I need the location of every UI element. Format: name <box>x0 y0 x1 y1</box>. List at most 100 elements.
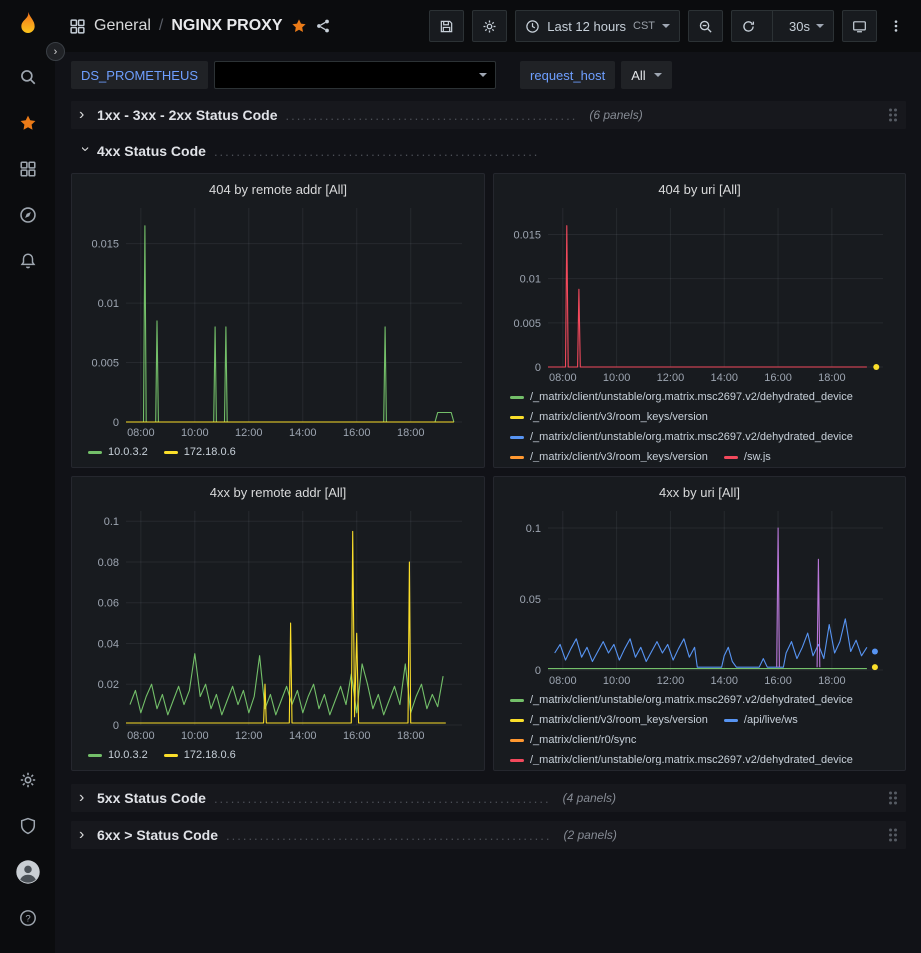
starred-dashboards-icon[interactable] <box>10 105 46 141</box>
server-admin-gear-icon[interactable] <box>10 762 46 798</box>
variable-label-ds-prometheus: DS_PROMETHEUS <box>71 61 208 89</box>
svg-text:18:00: 18:00 <box>818 675 846 687</box>
legend-label: 172.18.0.6 <box>184 745 236 765</box>
chevron-down-icon <box>479 73 487 77</box>
zoom-out-button[interactable] <box>688 10 723 42</box>
row-6xx-status-code[interactable]: › 6xx > Status Code ....................… <box>71 821 906 849</box>
legend-item[interactable]: /_matrix/client/v3/room_keys/version <box>510 710 708 730</box>
dashboard-variables-bar: DS_PROMETHEUS request_host All <box>55 52 921 95</box>
more-options-kebab[interactable] <box>885 10 907 42</box>
svg-text:0.01: 0.01 <box>98 298 119 310</box>
request-host-select[interactable]: All <box>621 61 671 89</box>
svg-text:12:00: 12:00 <box>235 730 263 742</box>
sidebar-expand-button[interactable]: › <box>46 42 65 61</box>
dashboard-settings-button[interactable] <box>472 10 507 42</box>
svg-text:0.015: 0.015 <box>513 230 541 242</box>
favorite-star-icon[interactable] <box>291 18 307 34</box>
series-color-swatch <box>724 719 738 722</box>
row-5xx-status-code[interactable]: › 5xx Status Code ......................… <box>71 784 906 812</box>
legend-item[interactable]: /api/live/ws <box>724 710 798 730</box>
legend-item[interactable]: 172.18.0.6 <box>164 745 236 765</box>
legend-label: /api/live/ws <box>744 710 798 730</box>
legend-item[interactable]: /_matrix/client/r0/sync <box>510 730 636 750</box>
series-color-swatch <box>88 451 102 454</box>
legend-item[interactable]: 10.0.3.2 <box>88 442 148 462</box>
chart-4xx-by-remote-addr[interactable]: 08:0010:0012:0014:0016:0018:0000.020.040… <box>80 505 476 742</box>
svg-text:08:00: 08:00 <box>127 427 155 439</box>
chart-404-by-remote-addr[interactable]: 08:0010:0012:0014:0016:0018:0000.0050.01… <box>80 202 476 439</box>
svg-text:0.02: 0.02 <box>98 679 119 691</box>
row-drag-handle[interactable] <box>889 792 897 805</box>
svg-text:0.005: 0.005 <box>513 318 541 330</box>
svg-text:14:00: 14:00 <box>710 675 738 687</box>
panel-title[interactable]: 4xx by uri [All] <box>502 481 897 505</box>
svg-text:0.04: 0.04 <box>98 638 119 650</box>
time-series-plot: 08:0010:0012:0014:0016:0018:0000.0050.01… <box>80 202 476 439</box>
series-color-swatch <box>88 754 102 757</box>
legend-item[interactable]: 172.18.0.6 <box>164 442 236 462</box>
panel-404-by-remote-addr: 404 by remote addr [All] 08:0010:0012:00… <box>71 173 485 468</box>
svg-text:16:00: 16:00 <box>343 427 371 439</box>
legend-item[interactable]: /_matrix/client/unstable/org.matrix.msc2… <box>510 750 853 765</box>
legend-label: /_matrix/client/unstable/org.matrix.msc2… <box>530 427 853 447</box>
grafana-logo[interactable] <box>14 10 42 38</box>
svg-text:0.05: 0.05 <box>520 594 541 606</box>
help-icon[interactable]: ? <box>10 900 46 936</box>
apps-grid-icon <box>69 18 86 35</box>
svg-text:0: 0 <box>113 720 119 732</box>
svg-text:0.015: 0.015 <box>91 239 119 251</box>
series-color-swatch <box>164 754 178 757</box>
svg-text:18:00: 18:00 <box>397 427 425 439</box>
refresh-button[interactable] <box>732 11 765 41</box>
panel-404-by-uri: 404 by uri [All] 08:0010:0012:0014:0016:… <box>493 173 906 468</box>
navbar-actions: Last 12 hours CST 30s <box>429 10 907 42</box>
chart-404-by-uri[interactable]: 08:0010:0012:0014:0016:0018:0000.0050.01… <box>502 202 897 384</box>
legend-item[interactable]: /_matrix/client/unstable/org.matrix.msc2… <box>510 387 853 407</box>
refresh-interval-label: 30s <box>789 19 810 34</box>
series-color-swatch <box>510 416 524 419</box>
left-sidebar: ? <box>0 0 55 953</box>
row-4xx-status-code[interactable]: › 4xx Status Code ......................… <box>71 138 906 164</box>
dotted-leader: ........................................… <box>214 791 551 806</box>
panel-title[interactable]: 404 by uri [All] <box>502 178 897 202</box>
legend-label: 172.18.0.6 <box>184 442 236 462</box>
legend-item[interactable]: /_matrix/client/unstable/org.matrix.msc2… <box>510 427 853 447</box>
admin-shield-icon[interactable] <box>10 808 46 844</box>
row-drag-handle[interactable] <box>889 109 897 122</box>
chevron-right-icon: › <box>79 827 91 843</box>
svg-text:16:00: 16:00 <box>343 730 371 742</box>
search-icon[interactable] <box>10 59 46 95</box>
tv-mode-button[interactable] <box>842 10 877 42</box>
datasource-value-select[interactable] <box>214 61 496 89</box>
legend-item[interactable]: /_matrix/client/unstable/org.matrix.msc2… <box>510 690 853 710</box>
time-range-picker[interactable]: Last 12 hours CST <box>515 10 680 42</box>
svg-text:10:00: 10:00 <box>181 730 209 742</box>
breadcrumb-section[interactable]: General <box>94 17 151 35</box>
timezone-label: CST <box>633 20 655 32</box>
chevron-down-icon <box>654 73 662 77</box>
refresh-interval-dropdown[interactable]: 30s <box>780 11 833 41</box>
svg-text:08:00: 08:00 <box>549 675 577 687</box>
chart-4xx-by-uri[interactable]: 08:0010:0012:0014:0016:0018:0000.050.1 <box>502 505 897 687</box>
row-drag-handle[interactable] <box>889 829 897 842</box>
chevron-right-icon: › <box>79 790 91 806</box>
explore-compass-icon[interactable] <box>10 197 46 233</box>
user-avatar[interactable] <box>10 854 46 890</box>
share-icon[interactable] <box>315 18 331 34</box>
panel-title[interactable]: 404 by remote addr [All] <box>80 178 476 202</box>
panel-legend: /_matrix/client/unstable/org.matrix.msc2… <box>502 687 897 765</box>
panel-4xx-by-uri: 4xx by uri [All] 08:0010:0012:0014:0016:… <box>493 476 906 771</box>
legend-item[interactable]: /sw.js <box>724 447 771 462</box>
panel-title[interactable]: 4xx by remote addr [All] <box>80 481 476 505</box>
legend-item[interactable]: /_matrix/client/v3/room_keys/version <box>510 447 708 462</box>
row-1xx-3xx-2xx-status-code[interactable]: › 1xx - 3xx - 2xx Status Code ..........… <box>71 101 906 129</box>
svg-text:0.005: 0.005 <box>91 358 119 370</box>
legend-item[interactable]: 10.0.3.2 <box>88 745 148 765</box>
alerting-bell-icon[interactable] <box>10 243 46 279</box>
dashboards-icon[interactable] <box>10 151 46 187</box>
svg-text:10:00: 10:00 <box>603 675 631 687</box>
series-color-swatch <box>510 719 524 722</box>
legend-item[interactable]: /_matrix/client/v3/room_keys/version <box>510 407 708 427</box>
save-dashboard-button[interactable] <box>429 10 464 42</box>
time-series-plot: 08:0010:0012:0014:0016:0018:0000.020.040… <box>80 505 476 742</box>
